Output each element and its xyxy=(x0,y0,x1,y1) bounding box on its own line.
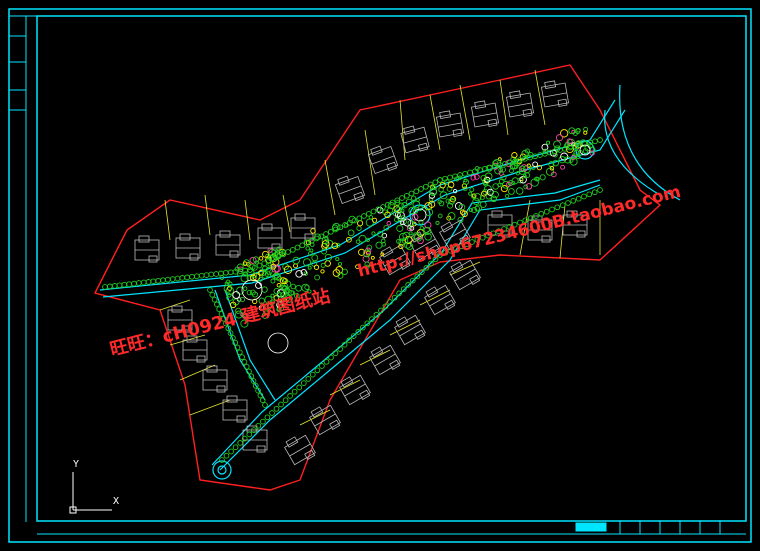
binding-strip xyxy=(9,15,37,111)
road-network xyxy=(99,84,681,480)
outer-frame xyxy=(8,8,752,543)
building-footprints xyxy=(134,80,588,466)
ucs-x-label: X xyxy=(113,496,120,507)
inner-frame xyxy=(36,15,747,522)
cad-site-plan xyxy=(8,8,752,543)
plot-divider-lines xyxy=(159,69,601,426)
ucs-icon xyxy=(69,472,112,514)
title-block xyxy=(37,520,746,535)
landscape-park xyxy=(102,126,603,463)
ucs-y-label: Y xyxy=(73,459,80,470)
